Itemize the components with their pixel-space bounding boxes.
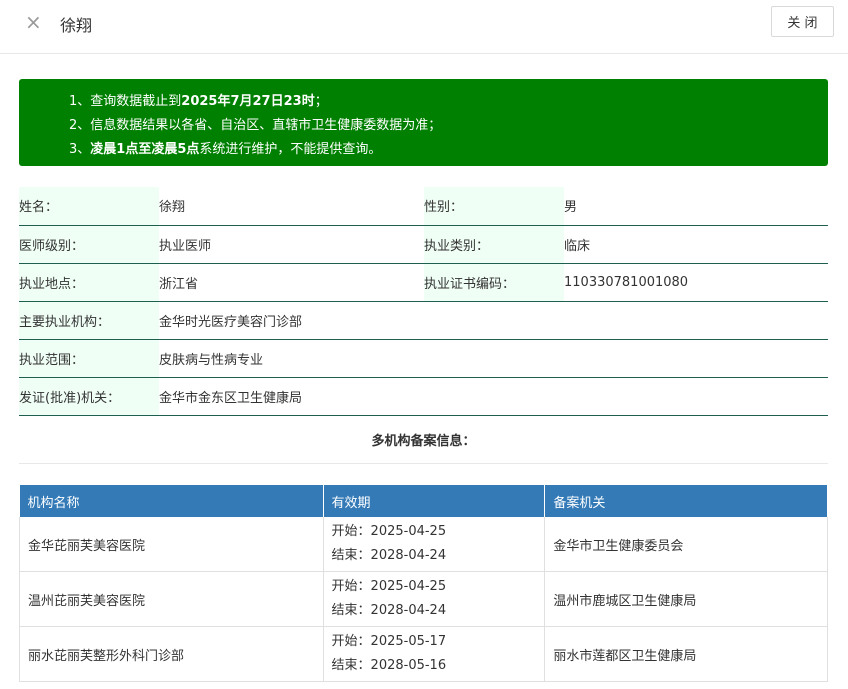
table-row: 丽水芘丽芙整形外科门诊部 开始：2025-05-17 结束：2028-05-16… — [19, 626, 828, 682]
cert-value: 110330781001080 — [564, 263, 828, 302]
table-row: 金华芘丽芙美容医院 开始：2025-04-25 结束：2028-04-24 金华… — [19, 517, 828, 572]
scope-value: 皮肤病与性病专业 — [159, 339, 828, 378]
end-date: 结束：2028-05-16 — [331, 658, 447, 673]
scope-label: 执业范围： — [19, 339, 159, 378]
validity-cell: 开始：2025-05-17 结束：2028-05-16 — [323, 626, 546, 682]
info-row: 医师级别： 执业医师 执业类别： 临床 — [19, 225, 828, 264]
org-name: 金华芘丽芙美容医院 — [19, 517, 324, 572]
institution-record-table: 机构名称 有效期 备案机关 金华芘丽芙美容医院 开始：2025-04-25 结束… — [19, 485, 828, 682]
location-value: 浙江省 — [159, 263, 424, 302]
close-button[interactable]: 关 闭 — [771, 6, 834, 37]
location-label: 执业地点： — [19, 263, 159, 302]
close-icon[interactable]: × — [25, 12, 42, 32]
info-row: 主要执业机构： 金华时光医疗美容门诊部 — [19, 301, 828, 340]
category-value: 临床 — [564, 225, 828, 264]
column-header-authority: 备案机关 — [544, 485, 828, 517]
level-value: 执业医师 — [159, 225, 424, 264]
info-row: 执业范围： 皮肤病与性病专业 — [19, 339, 828, 378]
modal-title: 徐翔 — [60, 16, 93, 35]
org-authority: 丽水市莲都区卫生健康局 — [544, 626, 828, 682]
org-name: 温州芘丽芙美容医院 — [19, 571, 324, 627]
column-header-validity: 有效期 — [323, 485, 546, 517]
name-value: 徐翔 — [159, 187, 424, 226]
org-authority: 温州市鹿城区卫生健康局 — [544, 571, 828, 627]
table-row: 温州芘丽芙美容医院 开始：2025-04-25 结束：2028-04-24 温州… — [19, 571, 828, 627]
org-name: 丽水芘丽芙整形外科门诊部 — [19, 626, 324, 682]
info-row: 执业地点： 浙江省 执业证书编码： 110330781001080 — [19, 263, 828, 302]
validity-cell: 开始：2025-04-25 结束：2028-04-24 — [323, 571, 546, 627]
end-date: 结束：2028-04-24 — [331, 603, 447, 618]
doctor-info-table: 姓名： 徐翔 性别： 男 医师级别： 执业医师 执业类别： 临床 执业地点： 浙… — [19, 187, 828, 416]
gender-value: 男 — [564, 187, 828, 226]
multi-institution-title: 多机构备案信息： — [19, 421, 828, 464]
start-date: 开始：2025-04-25 — [331, 579, 447, 594]
issuer-label: 发证(批准)机关： — [19, 377, 159, 416]
name-label: 姓名： — [19, 187, 159, 226]
notice-banner: 1、查询数据截止到2025年7月27日23时； 2、信息数据结果以各省、自治区、… — [19, 79, 828, 166]
end-date: 结束：2028-04-24 — [331, 548, 447, 563]
issuer-value: 金华市金东区卫生健康局 — [159, 377, 828, 416]
column-header-name: 机构名称 — [19, 485, 324, 517]
notice-line-2: 2、信息数据结果以各省、自治区、直辖市卫生健康委数据为准； — [69, 118, 442, 133]
start-date: 开始：2025-05-17 — [331, 634, 447, 649]
notice-line-3: 3、凌晨1点至凌晨5点系统进行维护，不能提供查询。 — [69, 142, 382, 157]
institution-label: 主要执业机构： — [19, 301, 159, 340]
table-header-row: 机构名称 有效期 备案机关 — [19, 485, 828, 517]
info-row: 姓名： 徐翔 性别： 男 — [19, 187, 828, 226]
level-label: 医师级别： — [19, 225, 159, 264]
start-date: 开始：2025-04-25 — [331, 524, 447, 539]
cert-label: 执业证书编码： — [424, 263, 564, 302]
gender-label: 性别： — [424, 187, 564, 226]
institution-value: 金华时光医疗美容门诊部 — [159, 301, 828, 340]
notice-line-1: 1、查询数据截止到2025年7月27日23时； — [69, 94, 328, 109]
info-row: 发证(批准)机关： 金华市金东区卫生健康局 — [19, 377, 828, 416]
modal-header: × 徐翔 关 闭 — [0, 0, 848, 54]
validity-cell: 开始：2025-04-25 结束：2028-04-24 — [323, 517, 546, 572]
org-authority: 金华市卫生健康委员会 — [544, 517, 828, 572]
category-label: 执业类别： — [424, 225, 564, 264]
